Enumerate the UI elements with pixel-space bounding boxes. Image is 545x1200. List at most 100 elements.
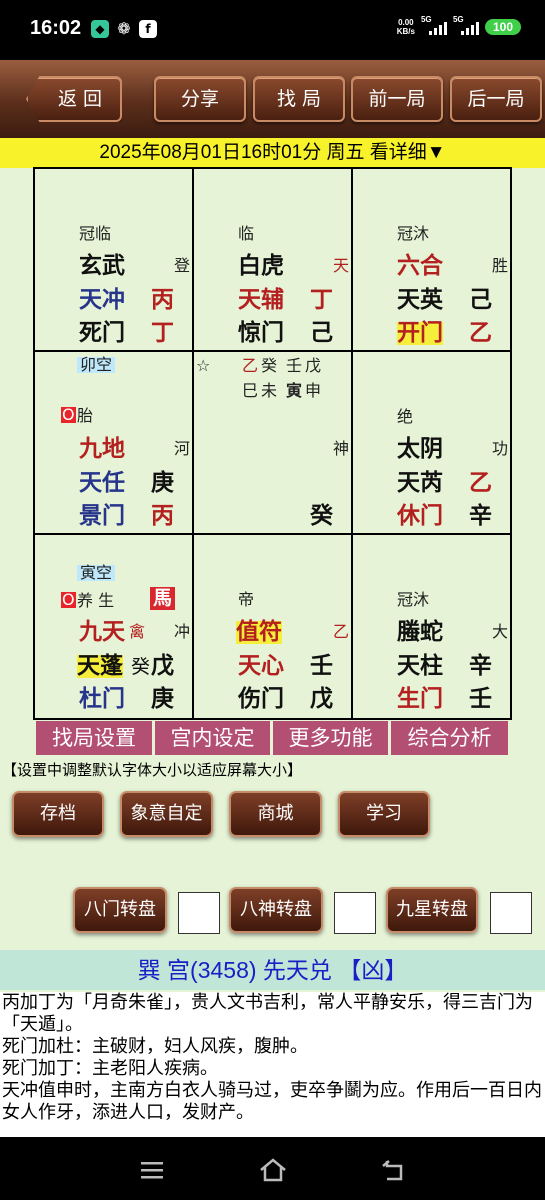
palace-god: 九天 (79, 619, 125, 645)
horse-badge: 馬 (150, 587, 176, 610)
palace-door: 死门 (79, 320, 125, 346)
store-button[interactable]: 商城 (229, 791, 322, 837)
palace-star: 天蓬 (77, 653, 123, 679)
palace-cell-2[interactable]: 临 白虎 天 天辅 丁 惊门 己 (194, 169, 353, 352)
palace-star: 天冲 (79, 287, 125, 313)
palace-star-stem: 辛 (469, 653, 492, 679)
center-branch: 寅 (286, 381, 303, 400)
center-branch: 巳 (242, 381, 259, 400)
center-bottom: 癸 (310, 503, 333, 529)
palace-god-side: 天 (333, 256, 350, 275)
tab-find-settings[interactable]: 找局设置 (36, 721, 152, 755)
center-stem: 壬 (286, 356, 303, 375)
back-button[interactable]: 返 回 (26, 76, 122, 122)
palace-god-side: 乙 (333, 622, 350, 641)
battery-icon: 100 (484, 19, 521, 35)
palace-cell-1[interactable]: 冠临 玄武 登 天冲 丙 死门 丁 (35, 169, 194, 352)
palace-door-stem: 丁 (151, 320, 174, 346)
next-button[interactable]: 后一局 (450, 76, 542, 122)
palace-door: 伤门 (238, 686, 284, 712)
palace-door-stem: 丙 (151, 503, 174, 529)
rotate-doors-button[interactable]: 八门转盘 (73, 887, 167, 933)
system-nav-bar (0, 1137, 545, 1200)
palace-state: 养 生 (77, 591, 115, 610)
palace-door-stem: 庚 (151, 686, 174, 712)
palace-god: 六合 (397, 253, 443, 279)
palace-door: 惊门 (238, 320, 284, 346)
center-stem: 癸 (261, 356, 278, 375)
palace-star-stem: 丙 (151, 287, 174, 313)
palace-cell-6[interactable]: 绝 太阴 功 天芮 乙 休门 辛 (353, 352, 512, 535)
palace-cell-8[interactable]: 帝 值符 乙 天心 壬 伤门 戊 (194, 535, 353, 720)
custom-meaning-button[interactable]: 象意自定 (120, 791, 213, 837)
palace-state: 冠沐 (397, 590, 430, 609)
palace-grid: 冠临 玄武 登 天冲 丙 死门 丁 临 白虎 天 天辅 丁 惊门 己 冠沐 六合… (33, 167, 512, 720)
palace-door-stem: 乙 (469, 320, 492, 346)
facebook-icon: f (139, 20, 157, 38)
void-badge: 卯空 (77, 357, 116, 373)
palace-star: 天辅 (238, 287, 284, 313)
tab-more-functions[interactable]: 更多功能 (273, 721, 388, 755)
archive-button[interactable]: 存档 (12, 791, 104, 837)
palace-cell-center[interactable]: ☆ 乙 癸 壬 戊 巳 未 寅 申 神 癸 (194, 352, 353, 535)
palace-god-side: 大 (492, 622, 509, 641)
status-right: 0.00 KB/s 5G 5G 100 (396, 15, 521, 36)
info-line: 死门加丁：主老阳人疾病。 (2, 1058, 218, 1079)
back-icon[interactable] (381, 1157, 407, 1183)
status-bar: 16:02 ◆ ❁ f 0.00 KB/s 5G 5G 100 (0, 0, 545, 60)
palace-cell-7[interactable]: 寅空 O 养 生 馬 九天 禽 冲 天蓬 癸 戊 杜门 庚 (35, 535, 194, 720)
palace-door-stem: 辛 (469, 503, 492, 529)
signal-icon-2: 5G (453, 15, 479, 35)
wechat-icon: ❁ (117, 19, 131, 38)
info-line: 死门加杜：主破财，妇人风疾，腹肿。 (2, 1036, 308, 1057)
rotate-doors-checkbox[interactable] (178, 892, 220, 934)
palace-god: 值符 (236, 619, 282, 645)
rotate-gods-checkbox[interactable] (334, 892, 376, 934)
palace-cell-4[interactable]: 卯空 O 胎 九地 河 天任 庚 景门 丙 (35, 352, 194, 535)
info-line: 丙加丁为「月奇朱雀」，贵人文书吉利，常人平静安乐，得三吉门为「天遁」。 (2, 992, 533, 1035)
center-branch: 申 (305, 381, 322, 400)
signal-icon: 5G (421, 15, 447, 35)
marker-badge: O (61, 590, 76, 609)
info-line: 天冲值申时，主南方白衣人骑马过，吏卒争鬬为应。作用后一百日内女人作牙，添进人口，… (2, 1080, 542, 1123)
date-bar[interactable]: 2025年08月01日16时01分 周五 看详细▼ (0, 138, 545, 168)
palace-door: 景门 (79, 503, 125, 529)
palace-star: 天英 (397, 287, 443, 313)
palace-state: 临 (238, 224, 255, 243)
tab-palace-settings[interactable]: 宫内设定 (155, 721, 270, 755)
palace-cell-9[interactable]: 冠沐 螣蛇 大 天柱 辛 生门 壬 (353, 535, 512, 720)
learn-button[interactable]: 学习 (338, 791, 430, 837)
palace-god-side: 冲 (174, 622, 191, 641)
palace-door: 开门 (397, 320, 443, 346)
palace-god: 九地 (79, 436, 125, 462)
palace-star: 天芮 (397, 470, 443, 496)
palace-star: 天柱 (397, 653, 443, 679)
palace-cell-3[interactable]: 冠沐 六合 胜 天英 己 开门 乙 (353, 169, 512, 352)
palace-door-stem: 戊 (310, 686, 333, 712)
palace-god-side: 河 (174, 439, 191, 458)
net-speed: 0.00 KB/s (396, 18, 415, 36)
star-icon: ☆ (196, 356, 211, 375)
status-time: 16:02 (30, 17, 82, 39)
palace-star: 天任 (79, 470, 125, 496)
palace-info-text[interactable]: 丙加丁为「月奇朱雀」，贵人文书吉利，常人平静安乐，得三吉门为「天遁」。 死门加杜… (0, 992, 545, 1137)
rotate-stars-checkbox[interactable] (490, 892, 532, 934)
center-branch: 未 (261, 381, 278, 400)
center-stem: 乙 (242, 356, 259, 375)
prev-button[interactable]: 前一局 (351, 76, 443, 122)
palace-door-stem: 己 (310, 320, 333, 346)
rotate-gods-button[interactable]: 八神转盘 (229, 887, 323, 933)
palace-door: 休门 (397, 503, 443, 529)
palace-info-title: 巽 宫(3458) 先天兑 【凶】 (0, 950, 545, 990)
palace-god: 螣蛇 (397, 619, 443, 645)
home-icon[interactable] (259, 1157, 287, 1183)
palace-star-stem: 戊 (151, 653, 174, 679)
palace-state: 冠临 (79, 224, 112, 243)
palace-state: 胎 (77, 406, 94, 425)
menu-icon[interactable] (139, 1157, 165, 1183)
palace-god-extra: 禽 (129, 622, 146, 641)
find-button[interactable]: 找 局 (253, 76, 345, 122)
tab-analysis[interactable]: 综合分析 (391, 721, 508, 755)
rotate-stars-button[interactable]: 九星转盘 (386, 887, 478, 933)
share-button[interactable]: 分享 (154, 76, 246, 122)
